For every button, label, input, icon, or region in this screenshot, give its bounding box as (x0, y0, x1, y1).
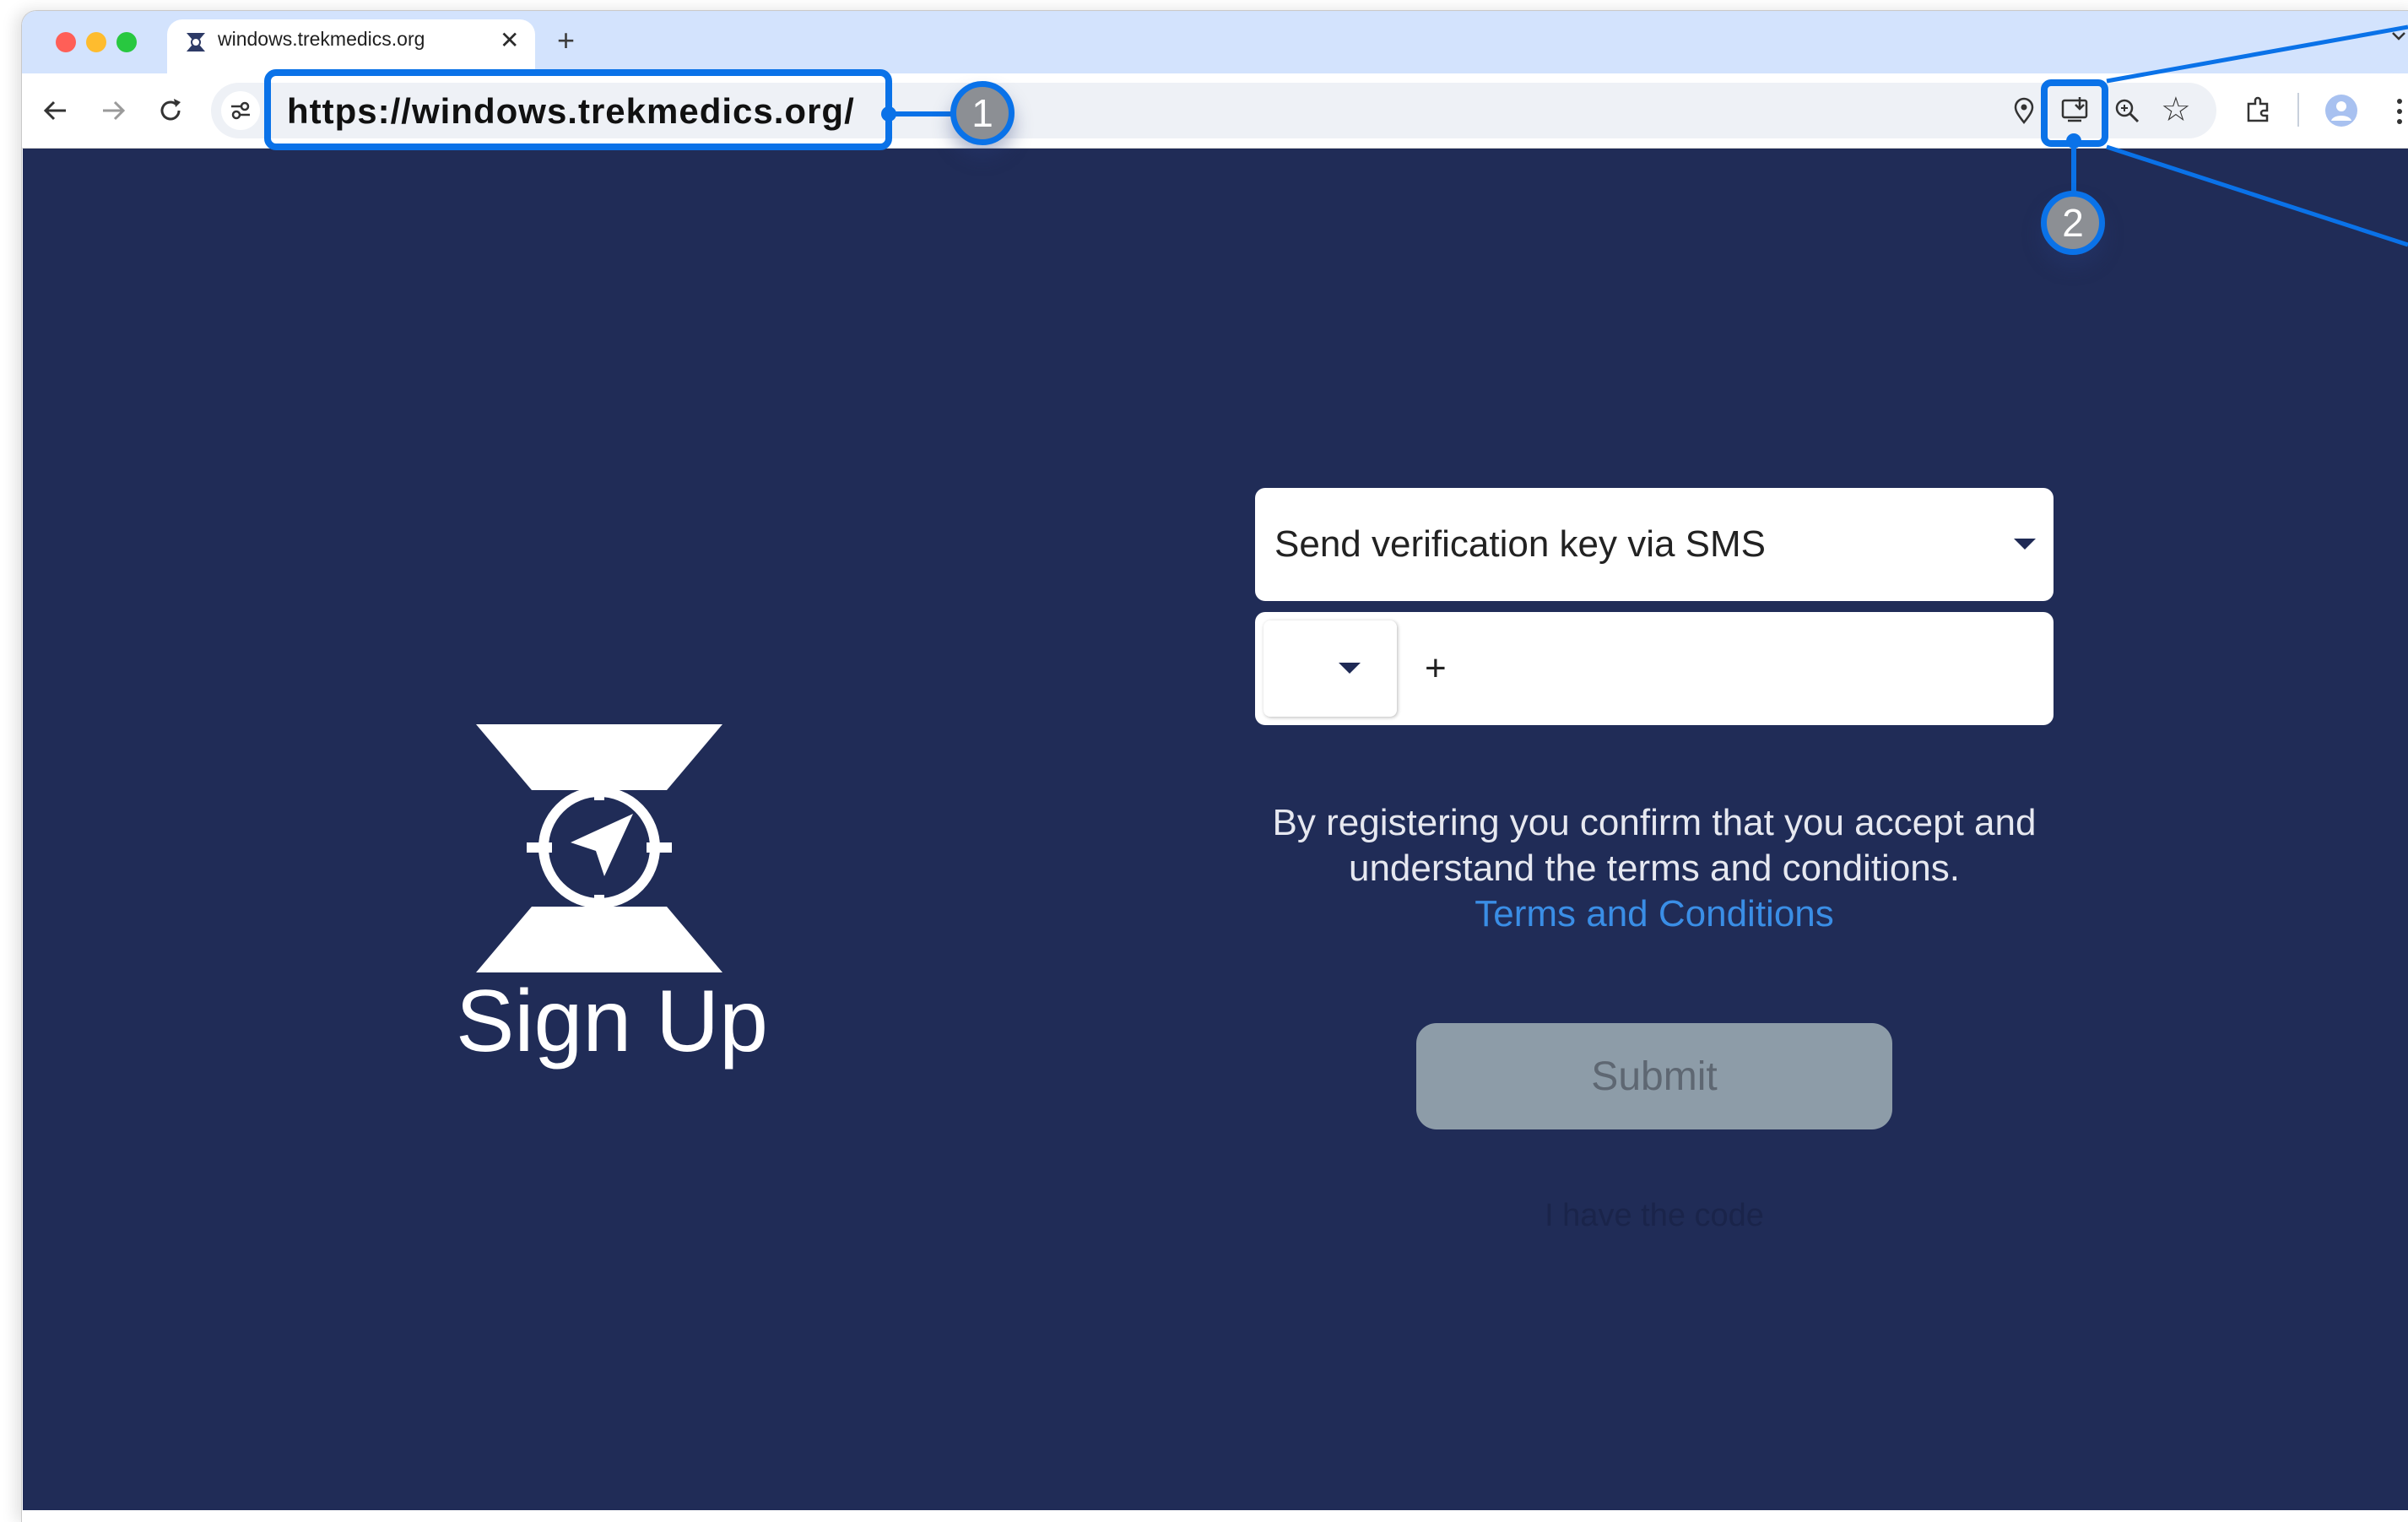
callout-2-pointer-lines (2106, 24, 2408, 247)
terms-link[interactable]: Terms and Conditions (1255, 891, 2054, 937)
page-title: Sign Up (456, 972, 768, 1070)
have-code-link[interactable]: I have the code (1416, 1197, 1892, 1234)
country-code-picker[interactable] (1264, 620, 1397, 717)
phone-prefix[interactable]: + (1425, 647, 1447, 690)
submit-label: Submit (1591, 1054, 1718, 1099)
verification-method-value: Send verification key via SMS (1274, 523, 1767, 565)
terms-notice: By registering you confirm that you acce… (1272, 802, 2037, 889)
dropdown-arrow-icon (2014, 539, 2036, 550)
country-dropdown-arrow-icon (1339, 663, 1361, 674)
trek-medics-compass-logo (476, 724, 722, 972)
